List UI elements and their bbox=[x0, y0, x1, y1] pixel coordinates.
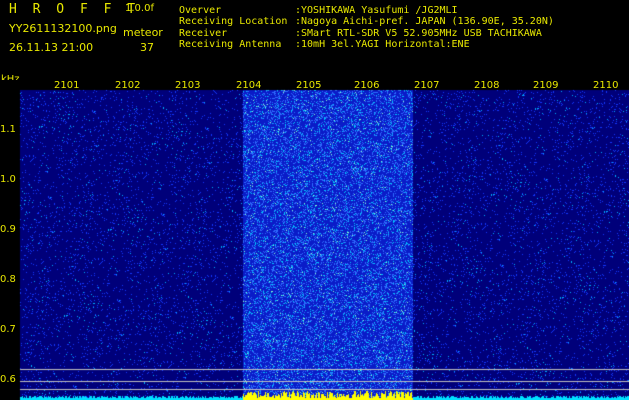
app-title: H R O F F T bbox=[9, 2, 140, 17]
info-observer: Overver:YOSHIKAWA Yasufumi /JG2MLI bbox=[179, 5, 458, 16]
capture-datetime: 26.11.13 21:00 bbox=[9, 41, 94, 54]
y-tick-label: 0.6 bbox=[0, 374, 16, 385]
y-tick-label: 1.0 bbox=[0, 174, 16, 185]
freq-tick-label: 2104 bbox=[236, 80, 262, 91]
freq-tick-label: 2105 bbox=[296, 80, 322, 91]
app-version: 1.0.0f bbox=[125, 3, 154, 14]
info-receiver: Receiver:SMart RTL-SDR V5 52.905MHz USB … bbox=[179, 27, 542, 39]
info-antenna: Receiving Antenna:10mH 3el.YAGI Horizont… bbox=[179, 38, 470, 50]
freq-tick-label: 2106 bbox=[354, 80, 380, 91]
meteor-label: meteor bbox=[123, 26, 163, 39]
hroft-window: H R O F F T 1.0.0f YY2611132100.png 26.1… bbox=[0, 0, 629, 400]
freq-tick-label: 2102 bbox=[115, 80, 141, 91]
freq-tick-label: 2101 bbox=[54, 80, 80, 91]
meteor-count: 37 bbox=[140, 41, 154, 54]
station-info: Overver:YOSHIKAWA Yasufumi /JG2MLI Recei… bbox=[179, 5, 554, 50]
y-tick-label: 0.8 bbox=[0, 274, 16, 285]
y-tick-label: 0.9 bbox=[0, 224, 16, 235]
info-location: Receiving Location:Nagoya Aichi-pref. JA… bbox=[179, 16, 554, 28]
freq-tick-label: 2110 bbox=[593, 80, 619, 91]
freq-tick-label: 2103 bbox=[175, 80, 201, 91]
freq-tick-label: 2109 bbox=[533, 80, 559, 91]
freq-tick-label: 2108 bbox=[474, 80, 500, 91]
spectrogram-canvas bbox=[0, 80, 629, 400]
y-tick-label: 0.7 bbox=[0, 324, 16, 335]
freq-tick-label: 2107 bbox=[414, 80, 440, 91]
image-filename: YY2611132100.png bbox=[9, 22, 117, 35]
y-tick-label: 1.1 bbox=[0, 124, 16, 135]
